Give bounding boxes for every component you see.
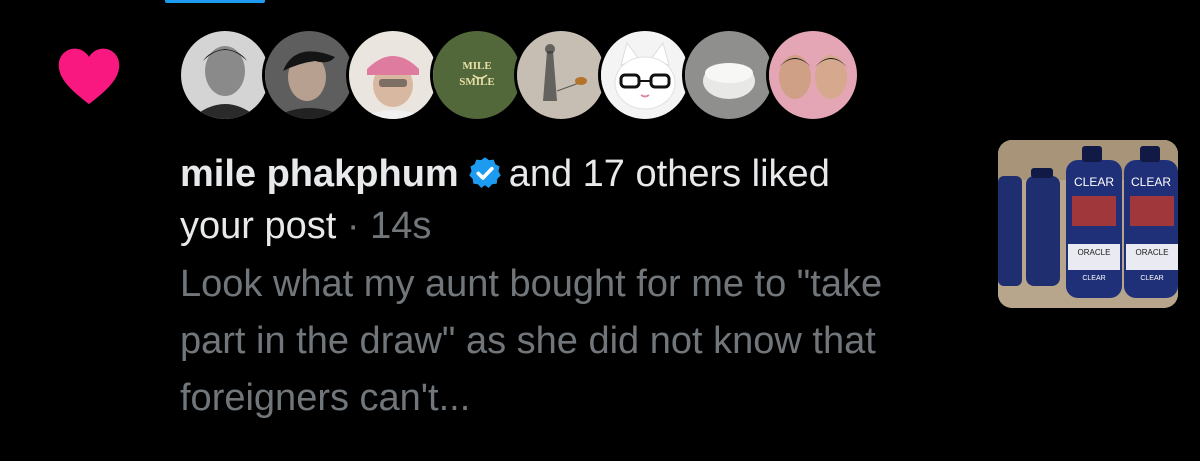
shampoo-bottles-image: CLEAR CLEAR ORACLE ORACLE CLEAR CLEAR <box>998 140 1178 308</box>
headline: mile phakphum and 17 others liked your p… <box>180 148 970 252</box>
bottle-label: CLEAR <box>1131 175 1171 189</box>
timestamp: 14s <box>370 205 432 247</box>
bottle-label: CLEAR <box>1082 275 1105 282</box>
post-thumbnail[interactable]: CLEAR CLEAR ORACLE ORACLE CLEAR CLEAR <box>998 140 1178 308</box>
bottle-sponsor-label: ORACLE <box>1136 248 1169 257</box>
user-name-link[interactable]: mile phakphum <box>180 153 459 195</box>
verified-badge-icon <box>468 157 501 188</box>
avatar[interactable] <box>514 28 608 122</box>
post-preview: Look what my aunt bought for me to "take… <box>180 263 883 419</box>
liker-avatars: MILE SMILE <box>178 28 860 122</box>
action-text-cont: your post <box>180 205 337 247</box>
heart-icon <box>58 48 120 105</box>
avatar[interactable] <box>682 28 776 122</box>
time-separator: · <box>346 205 360 247</box>
action-text: and 17 others liked <box>508 153 830 195</box>
bottle-label: CLEAR <box>1074 175 1114 189</box>
svg-text:MILE: MILE <box>462 60 491 72</box>
avatar[interactable] <box>178 28 272 122</box>
bottle-label: CLEAR <box>1140 275 1163 282</box>
avatar[interactable] <box>346 28 440 122</box>
notification-text: mile phakphum and 17 others liked your p… <box>180 148 970 427</box>
avatar[interactable]: MILE SMILE <box>430 28 524 122</box>
avatar[interactable] <box>262 28 356 122</box>
bottle-sponsor-label: ORACLE <box>1078 248 1111 257</box>
avatar[interactable] <box>598 28 692 122</box>
like-notification[interactable]: MILE SMILE mile phakphum and 17 others l… <box>0 0 1200 461</box>
avatar[interactable] <box>766 28 860 122</box>
